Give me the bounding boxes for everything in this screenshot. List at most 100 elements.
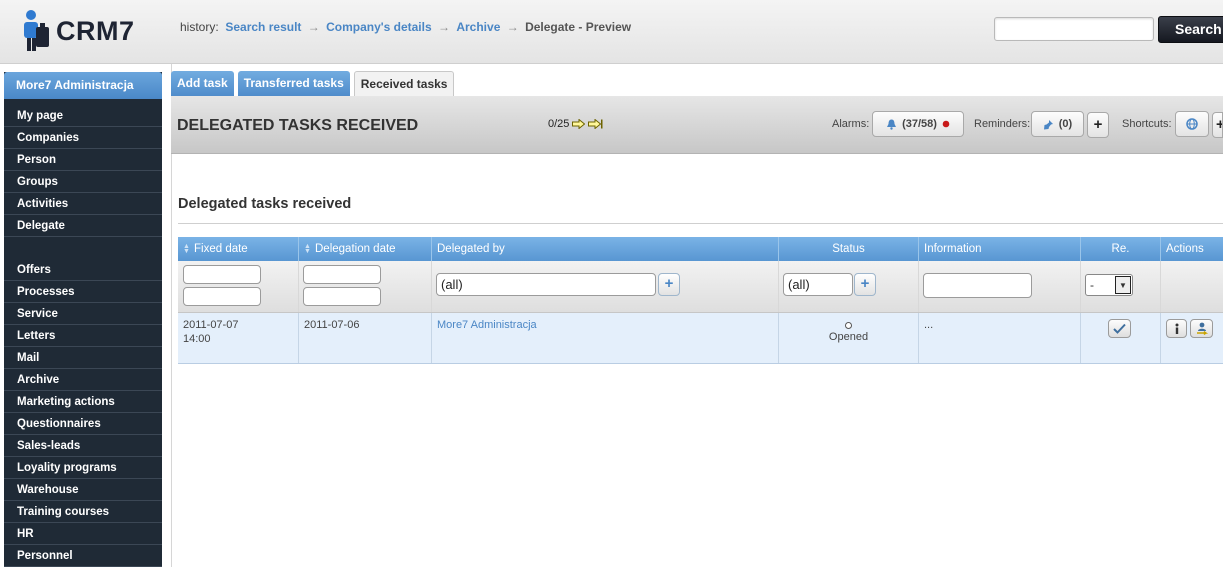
transfer-button[interactable] [1190,319,1213,338]
add-shortcut-button[interactable]: + [1212,112,1223,138]
column-re[interactable]: Re. [1081,237,1161,261]
check-icon [1113,323,1126,334]
status-add-button[interactable]: + [854,273,876,296]
tab-received-tasks[interactable]: Received tasks [353,71,455,96]
cell-delegation-date: 2011-07-06 [299,313,432,363]
sidebar-item-activities[interactable]: Activities [4,193,162,215]
sidebar-item-questionnaires[interactable]: Questionnaires [4,413,162,435]
alarms-label: Alarms: [832,118,870,130]
breadcrumb-separator: → [307,20,320,34]
delegation-date-to-input[interactable] [303,287,381,306]
pager: 0/25 [548,118,603,130]
filter-cell-fixed-date [178,261,299,312]
tab-add-task[interactable]: Add task [171,71,234,96]
sidebar-item-groups[interactable]: Groups [4,171,162,193]
delegated-by-add-button[interactable]: + [658,273,680,296]
status-open-icon [845,322,852,329]
table-row[interactable]: 2011-07-07 14:00 2011-07-06 More7 Admini… [178,313,1223,364]
filter-row: (all) + (all) + - ▼ [178,261,1223,313]
fixed-date-to-input[interactable] [183,287,261,306]
column-status[interactable]: Status [779,237,919,261]
delegated-by-link[interactable]: More7 Administracja [437,319,537,331]
cell-information: ... [919,313,1081,363]
fixed-date-value: 2011-07-07 [183,319,239,331]
bell-icon [887,119,897,130]
add-reminder-button[interactable]: + [1087,112,1109,138]
delegation-date-from-input[interactable] [303,265,381,284]
tab-transferred-tasks[interactable]: Transferred tasks [237,71,350,96]
sidebar-item-archive[interactable]: Archive [4,369,162,391]
sidebar-item-mail[interactable]: Mail [4,347,162,369]
breadcrumb-company-details[interactable]: Company's details [326,20,432,34]
pager-arrow-icon[interactable] [572,119,586,129]
sidebar-item-person[interactable]: Person [4,149,162,171]
filter-cell-information [919,261,1081,312]
reminders-count: (0) [1058,118,1073,130]
shortcuts-button[interactable] [1175,111,1209,137]
sidebar-item-marketing-actions[interactable]: Marketing actions [4,391,162,413]
re-filter-select[interactable]: - ▼ [1085,274,1133,296]
column-information[interactable]: Information [919,237,1081,261]
sidebar-user[interactable]: More7 Administracja [4,72,162,99]
sidebar-spacer [4,237,162,259]
app-logo[interactable]: CRM7 [22,8,135,54]
sidebar-menu: My page Companies Person Groups Activiti… [4,99,162,567]
breadcrumb-archive[interactable]: Archive [456,20,500,34]
column-label: Delegated by [437,243,505,255]
pin-icon [1043,119,1053,129]
sidebar-item-sales-leads[interactable]: Sales-leads [4,435,162,457]
info-button[interactable] [1166,319,1187,338]
reminders-label: Reminders: [974,118,1031,130]
column-label: Delegation date [315,243,396,255]
breadcrumb-search-result[interactable]: Search result [225,20,301,34]
sidebar-item-personnel[interactable]: Personnel [4,545,162,567]
section-title: Delegated tasks received [178,196,352,212]
column-delegation-date[interactable]: ▲ ▼ Delegation date [299,237,432,261]
column-fixed-date[interactable]: ▲ ▼ Fixed date [178,237,299,261]
sidebar-item-offers[interactable]: Offers [4,259,162,281]
red-dot-icon [942,120,950,128]
information-value: ... [924,319,934,331]
alarms-button[interactable]: (37/58) [872,111,964,137]
user-logo-icon [24,10,49,51]
table-header: ▲ ▼ Fixed date ▲ ▼ Delegation date Delegated… [178,237,1223,261]
filter-cell-delegation-date [299,261,432,312]
column-label: Re. [1111,243,1130,255]
sort-arrows-icon: ▲ ▼ [183,242,190,255]
cell-actions [1161,313,1223,363]
search-button[interactable]: Search [1158,16,1223,43]
sidebar-item-warehouse[interactable]: Warehouse [4,479,162,501]
column-label: Fixed date [194,243,248,255]
cell-fixed-date: 2011-07-07 14:00 [178,313,299,363]
alarms-count: (37/58) [902,118,937,130]
sidebar-item-training-courses[interactable]: Training courses [4,501,162,523]
search-input[interactable] [994,17,1154,41]
page-title: DELEGATED TASKS RECEIVED [177,117,419,134]
sidebar-item-letters[interactable]: Letters [4,325,162,347]
information-filter-input[interactable] [923,273,1032,298]
reply-check-button[interactable] [1108,319,1131,338]
column-label: Information [924,243,982,255]
globe-icon [1186,118,1198,130]
breadcrumb: history: Search result → Company's detai… [180,20,631,34]
status-filter-input[interactable]: (all) [783,273,853,296]
breadcrumb-separator: → [506,20,519,34]
status-value: Opened [828,331,869,343]
sidebar-item-hr[interactable]: HR [4,523,162,545]
sidebar-item-my-page[interactable]: My page [4,105,162,127]
shortcuts-label: Shortcuts: [1122,118,1172,130]
sort-arrows-icon: ▲ ▼ [304,242,311,255]
filter-cell-delegated-by: (all) + [432,261,779,312]
sidebar-item-companies[interactable]: Companies [4,127,162,149]
column-delegated-by[interactable]: Delegated by [432,237,779,261]
fixed-date-from-input[interactable] [183,265,261,284]
sidebar-item-loyality-programs[interactable]: Loyality programs [4,457,162,479]
fixed-time-value: 14:00 [183,333,211,345]
sidebar-item-service[interactable]: Service [4,303,162,325]
delegated-by-filter-input[interactable]: (all) [436,273,656,296]
sidebar-item-delegate[interactable]: Delegate [4,215,162,237]
sidebar-item-processes[interactable]: Processes [4,281,162,303]
pager-last-arrow-icon[interactable] [588,119,603,129]
reminders-button[interactable]: (0) [1031,111,1084,137]
top-header: CRM7 history: Search result → Company's … [0,0,1223,64]
